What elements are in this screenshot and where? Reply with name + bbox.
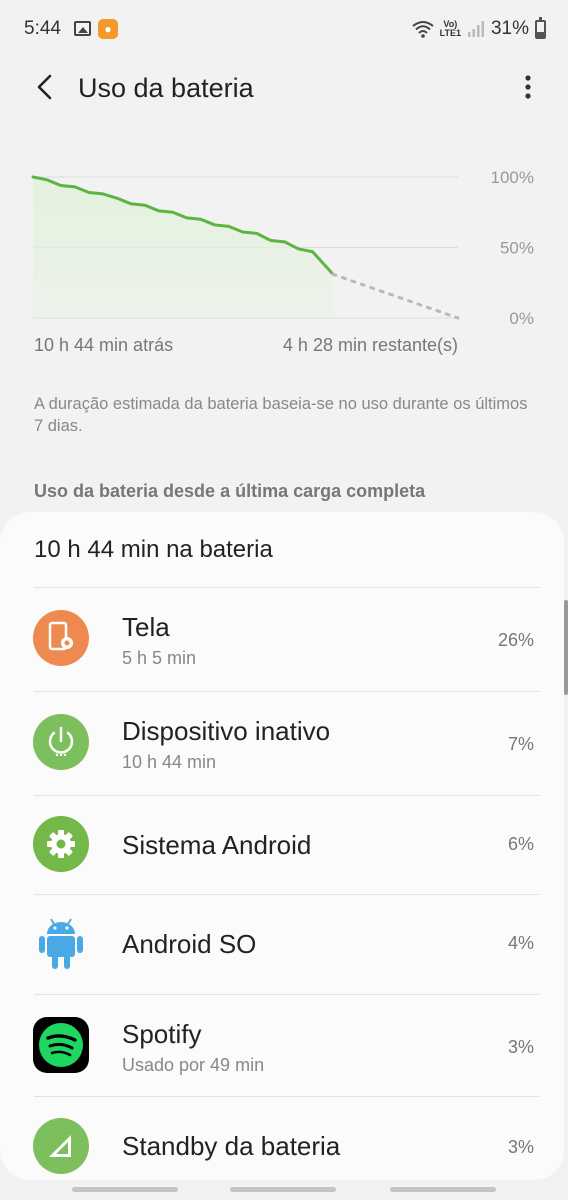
list-item-dispositivo-inativo[interactable]: Dispositivo inativo 10 h 44 min 7% xyxy=(0,692,564,795)
power-icon xyxy=(33,714,89,770)
nav-home-button[interactable] xyxy=(230,1187,336,1192)
arrow-back-icon[interactable] xyxy=(28,70,62,104)
x-start-label: 10 h 44 min atrás xyxy=(34,335,174,355)
list-item-tela[interactable]: Tela 5 h 5 min 26% xyxy=(0,588,564,691)
status-bar: 5:44 ● Vo) LTE1 31% xyxy=(0,0,568,60)
battery-icon xyxy=(535,16,546,39)
app-usage-time: 5 h 5 min xyxy=(122,648,197,668)
app-percent: 4% xyxy=(507,933,534,953)
estimate-note: A duração estimada da bateria baseia-se … xyxy=(34,395,528,435)
section-header: Uso da bateria desde a última carga comp… xyxy=(34,481,426,501)
app-usage-time: 10 h 44 min xyxy=(122,752,217,772)
app-name: Tela xyxy=(122,612,170,642)
app-name: Dispositivo inativo xyxy=(122,716,331,746)
signal-icon xyxy=(467,21,484,37)
wifi-icon xyxy=(412,21,434,38)
signal-icon xyxy=(33,1118,89,1174)
app-percent: 26% xyxy=(497,630,534,650)
app-percent: 3% xyxy=(507,1037,534,1057)
list-item-sistema-android[interactable]: Sistema Android 6% xyxy=(0,796,564,894)
app-name: Android SO xyxy=(122,929,257,959)
y-tick-label: 100% xyxy=(491,168,534,187)
app-percent: 6% xyxy=(507,834,534,854)
app-usage-time: Usado por 49 min xyxy=(122,1055,265,1075)
scrollbar[interactable] xyxy=(564,600,568,695)
app-name: Standby da bateria xyxy=(122,1131,341,1161)
battery-area xyxy=(33,177,334,318)
list-item-standby-da-bateria[interactable]: Standby da bateria 3% xyxy=(0,1097,564,1180)
app-percent: 3% xyxy=(507,1137,534,1157)
app-bar: Uso da bateria xyxy=(0,60,568,116)
battery-percent: 31% xyxy=(490,18,529,39)
x-end-label: 4 h 28 min restante(s) xyxy=(282,335,458,355)
y-tick-label: 0% xyxy=(509,309,534,328)
list-item-spotify[interactable]: Spotify Usado por 49 min 3% xyxy=(0,995,564,1096)
volte-indicator: Vo) LTE1 xyxy=(439,19,461,38)
screen-icon xyxy=(33,610,89,666)
bulb-notification-icon: ● xyxy=(98,19,118,39)
gear-icon xyxy=(33,816,89,872)
nav-recents-button[interactable] xyxy=(72,1187,178,1192)
gallery-notification-icon xyxy=(74,21,91,36)
android-icon xyxy=(33,915,89,971)
more-vert-icon[interactable] xyxy=(518,72,538,102)
list-item-android-so[interactable]: Android SO 4% xyxy=(0,895,564,994)
page-title: Uso da bateria xyxy=(78,73,254,103)
app-name: Sistema Android xyxy=(122,830,312,860)
chart-plot: 100% 50% 0% xyxy=(31,168,534,328)
summary-text: 10 h 44 min na bateria xyxy=(34,536,273,563)
app-name: Spotify xyxy=(122,1019,202,1049)
status-time: 5:44 xyxy=(24,18,61,39)
navigation-bar xyxy=(0,1180,568,1200)
spotify-icon xyxy=(33,1017,89,1073)
battery-level-chart: 100% 50% 0% 10 h 44 min atrás 4 h 28 min r… xyxy=(0,150,568,370)
usage-card: 10 h 44 min na bateria Tela 5 h 5 min 26… xyxy=(0,512,564,1180)
nav-back-button[interactable] xyxy=(390,1187,496,1192)
battery-projection-line xyxy=(331,272,460,320)
app-percent: 7% xyxy=(507,734,534,754)
y-tick-label: 50% xyxy=(500,239,534,258)
